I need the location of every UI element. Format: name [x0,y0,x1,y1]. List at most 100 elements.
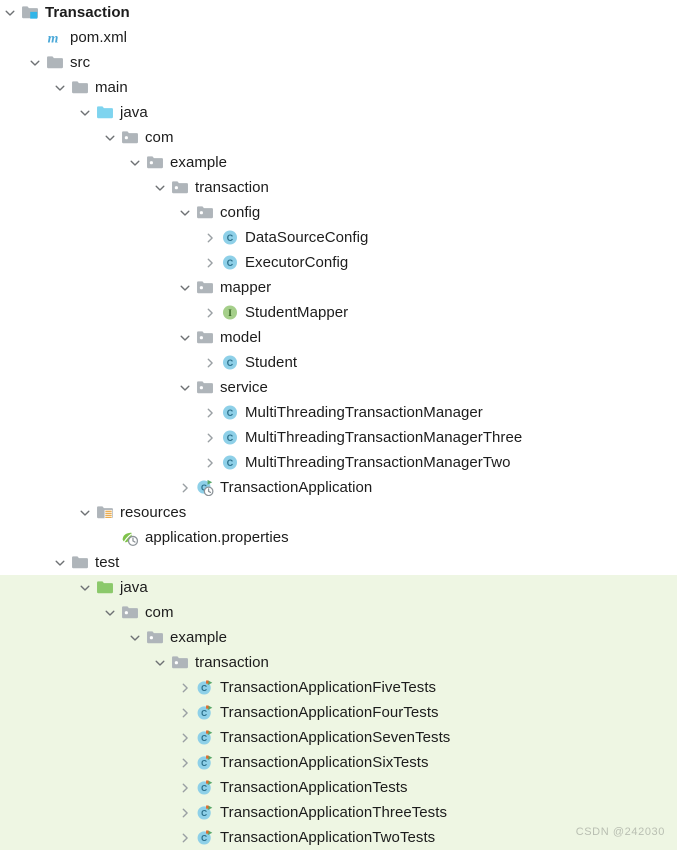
tree-row-student[interactable]: C Student [0,350,677,375]
test-class-icon: C [195,775,216,800]
chevron-right-icon[interactable] [200,250,220,275]
test-class-icon: C [195,750,216,775]
test-class-icon: C [195,675,216,700]
chevron-down-icon[interactable] [175,375,195,400]
chevron-down-icon[interactable] [150,175,170,200]
test-root-icon [95,575,116,600]
tree-row-mttm[interactable]: C MultiThreadingTransactionManager [0,400,677,425]
chevron-down-icon[interactable] [75,575,95,600]
chevron-right-icon[interactable] [200,400,220,425]
class-icon: C [220,400,241,425]
chevron-right-icon[interactable] [200,425,220,450]
tree-row-label: MultiThreadingTransactionManagerThree [245,429,523,446]
tree-row-label: transaction [195,654,269,671]
chevron-right-icon[interactable] [200,350,220,375]
chevron-right-icon[interactable] [175,775,195,800]
tree-row-label: TransactionApplicationSevenTests [220,729,451,746]
tree-row-main-com[interactable]: com [0,125,677,150]
tree-row-mttm-two[interactable]: C MultiThreadingTransactionManagerTwo [0,450,677,475]
tree-row-test-five[interactable]: C TransactionApplicationFiveTests [0,675,677,700]
tree-row-test-example[interactable]: example [0,625,677,650]
tree-row-studentmapper[interactable]: I StudentMapper [0,300,677,325]
tree-row-label: MultiThreadingTransactionManagerTwo [245,454,511,471]
chevron-down-icon[interactable] [100,600,120,625]
tree-row-main-java[interactable]: java [0,100,677,125]
tree-row-mttm-three[interactable]: C MultiThreadingTransactionManagerThree [0,425,677,450]
tree-row-main[interactable]: main [0,75,677,100]
chevron-right-icon[interactable] [175,800,195,825]
chevron-right-icon[interactable] [175,675,195,700]
chevron-down-icon[interactable] [175,200,195,225]
chevron-down-icon[interactable] [175,325,195,350]
tree-row-service[interactable]: service [0,375,677,400]
chevron-down-icon[interactable] [0,0,20,25]
tree-row-mapper[interactable]: mapper [0,275,677,300]
chevron-right-icon[interactable] [175,750,195,775]
tree-row-main-example[interactable]: example [0,150,677,175]
tree-row-src[interactable]: src [0,50,677,75]
tree-row-test-com[interactable]: com [0,600,677,625]
chevron-down-icon[interactable] [50,75,70,100]
tree-row-label: com [145,129,174,146]
chevron-down-icon[interactable] [125,150,145,175]
maven-file-icon: m [45,25,66,50]
folder-icon [70,550,91,575]
tree-row-transaction-module[interactable]: Transaction [0,0,677,25]
tree-row-test-six[interactable]: C TransactionApplicationSixTests [0,750,677,775]
chevron-right-icon[interactable] [175,475,195,500]
tree-row-label: TransactionApplicationFourTests [220,704,439,721]
chevron-right-icon[interactable] [175,725,195,750]
tree-row-test-seven[interactable]: C TransactionApplicationSevenTests [0,725,677,750]
tree-row-main-transaction[interactable]: transaction [0,175,677,200]
tree-row-test-transaction[interactable]: transaction [0,650,677,675]
tree-row-label: TransactionApplicationTwoTests [220,829,436,846]
tree-row-application-properties[interactable]: application.properties [0,525,677,550]
tree-row-label: com [145,604,174,621]
folder-icon [70,75,91,100]
tree-row-executorconfig[interactable]: C ExecutorConfig [0,250,677,275]
tree-row-label: example [170,154,228,171]
chevron-down-icon[interactable] [175,275,195,300]
tree-row-test-three[interactable]: C TransactionApplicationThreeTests [0,800,677,825]
folder-icon [45,50,66,75]
tree-row-test[interactable]: test [0,550,677,575]
chevron-down-icon[interactable] [100,125,120,150]
chevron-down-icon[interactable] [75,500,95,525]
chevron-right-icon[interactable] [175,825,195,850]
svg-text:C: C [227,408,234,418]
tree-row-model[interactable]: model [0,325,677,350]
project-tree[interactable]: Transaction m pom.xml src main java com example… [0,0,677,850]
package-icon [170,175,191,200]
test-class-icon: C [195,725,216,750]
chevron-right-icon[interactable] [200,450,220,475]
tree-row-resources[interactable]: resources [0,500,677,525]
chevron-down-icon[interactable] [25,50,45,75]
tree-row-test-java[interactable]: java [0,575,677,600]
chevron-right-icon[interactable] [200,225,220,250]
tree-row-datasourceconfig[interactable]: C DataSourceConfig [0,225,677,250]
package-icon [195,275,216,300]
resources-folder-icon [95,500,116,525]
tree-row-test-main[interactable]: C TransactionApplicationTests [0,775,677,800]
chevron-down-icon[interactable] [75,100,95,125]
chevron-right-icon[interactable] [175,700,195,725]
class-icon: C [220,350,241,375]
chevron-right-icon[interactable] [200,300,220,325]
chevron-down-icon[interactable] [125,625,145,650]
chevron-down-icon[interactable] [50,550,70,575]
tree-row-pom-xml[interactable]: m pom.xml [0,25,677,50]
tree-row-label: config [220,204,261,221]
tree-row-transactionapplication[interactable]: C TransactionApplication [0,475,677,500]
tree-row-config[interactable]: config [0,200,677,225]
chevron-down-icon[interactable] [150,650,170,675]
no-chevron-spacer [100,525,120,550]
tree-row-test-four[interactable]: C TransactionApplicationFourTests [0,700,677,725]
